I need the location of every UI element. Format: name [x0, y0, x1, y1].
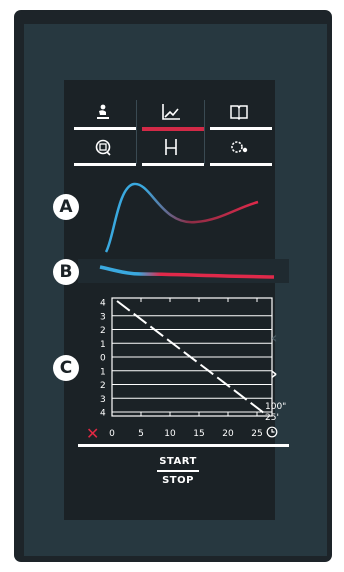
start-stop-button[interactable]: START STOP: [138, 456, 218, 486]
tab-chef[interactable]: [69, 98, 137, 128]
x-tick-label: 0: [109, 429, 115, 439]
timer-icon[interactable]: [266, 426, 278, 438]
y-tick-label: 4: [100, 409, 106, 419]
chart-b-curve: [99, 265, 275, 279]
tab-indicator-settings: [210, 163, 272, 166]
cancel-x-button[interactable]: ✕: [86, 424, 99, 443]
y-tick-label: 2: [100, 381, 106, 391]
tab-settings[interactable]: [205, 132, 273, 162]
bottom-divider: [78, 444, 289, 447]
chart-c-grid: 432101234 0 5 10 15 20 25: [100, 297, 273, 439]
y-tick-label: 3: [100, 395, 106, 405]
y-tick-label: 1: [100, 340, 106, 350]
start-label: START: [159, 456, 197, 467]
tab-recipes[interactable]: [205, 98, 273, 128]
y-tick-label: 1: [100, 367, 106, 377]
marker-c: C: [53, 355, 79, 381]
tab-indicator-pan: [74, 163, 136, 166]
tab-indicator-graph: [142, 127, 204, 131]
tab-divider: [204, 100, 205, 164]
start-stop-divider: [157, 470, 199, 472]
x-tick-label: 10: [164, 429, 176, 439]
tab-divider: [136, 100, 137, 164]
marker-a: A: [53, 194, 79, 220]
y-tick-label: 2: [100, 326, 106, 336]
x-tick-label: 20: [222, 429, 234, 439]
settings-icon: [231, 141, 248, 153]
time-remaining: 25': [265, 413, 279, 423]
book-icon: [230, 105, 248, 121]
tab-indicator-recipes: [210, 127, 272, 130]
chart-a-curve: [104, 182, 259, 253]
x-tick-label: 15: [193, 429, 204, 439]
bracket-icon: [165, 139, 177, 155]
tab-indicator-bracket: [142, 163, 204, 166]
pan-icon: [95, 139, 111, 156]
tab-graph[interactable]: [137, 98, 205, 128]
tab-pan[interactable]: [69, 132, 137, 162]
line-chart-icon: [162, 104, 180, 120]
y-tick-label: 0: [100, 354, 106, 364]
marker-b: B: [53, 259, 79, 285]
tab-bracket[interactable]: [137, 132, 205, 162]
x-tick-label: 5: [138, 429, 144, 439]
time-total: 100": [265, 402, 287, 412]
chart-b-line: [99, 265, 275, 279]
x-tick-label: 25: [251, 429, 262, 439]
next-arrow[interactable]: ›: [271, 364, 278, 383]
prev-arrow[interactable]: ‹: [271, 328, 278, 347]
stop-label: STOP: [162, 475, 194, 486]
chart-a-line: [104, 182, 259, 253]
y-tick-label: 3: [100, 312, 106, 322]
chef-icon: [97, 104, 109, 119]
tab-indicator-chef: [74, 127, 136, 130]
y-tick-label: 4: [100, 299, 106, 309]
